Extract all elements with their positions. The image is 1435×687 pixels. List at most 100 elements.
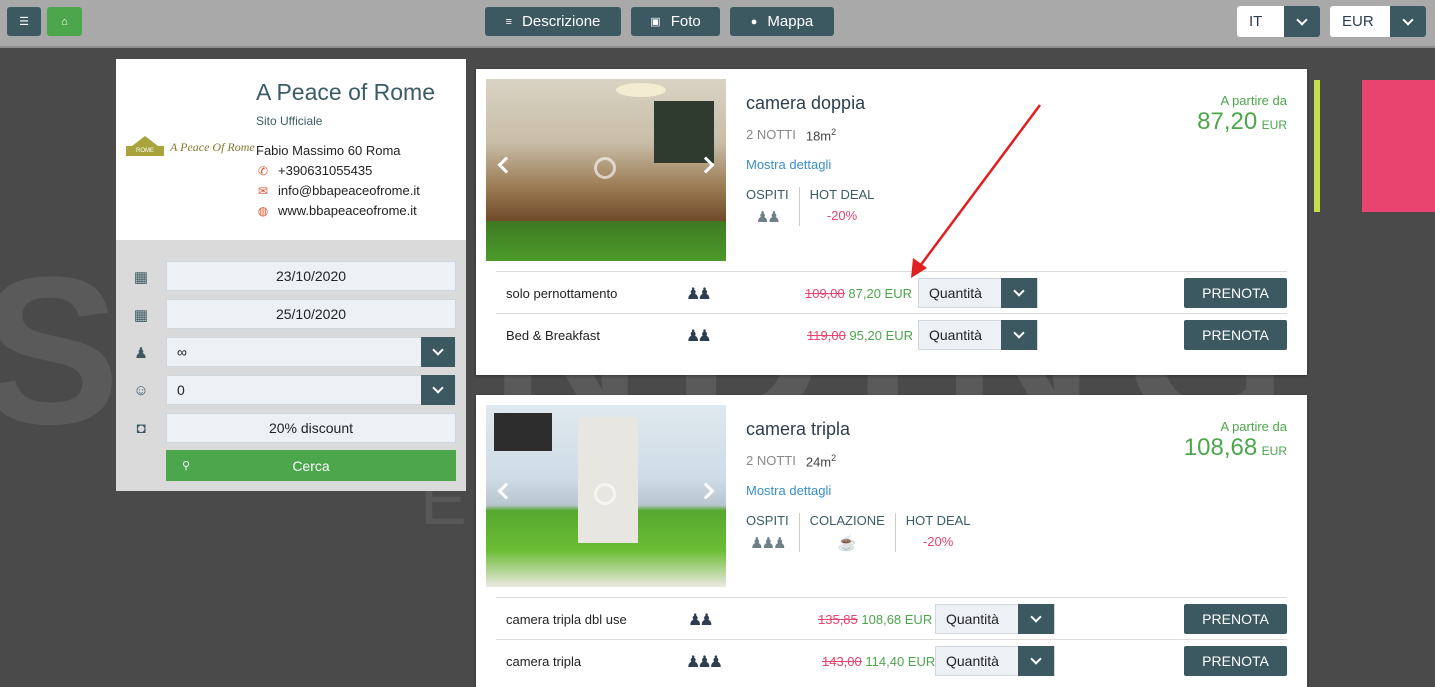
- rate-new-price: 114,40 EUR: [865, 654, 936, 669]
- checkout-field[interactable]: 25/10/2020: [166, 299, 456, 329]
- hotel-website[interactable]: ◍ www.bbapeaceofrome.it: [256, 203, 417, 218]
- two-guests-icon: ♟♟: [755, 209, 781, 226]
- photo-prev-icon[interactable]: [497, 482, 515, 500]
- quantity-dropdown-toggle[interactable]: [1018, 646, 1054, 676]
- rate-prices: 109,00 87,20 EUR i: [805, 286, 929, 301]
- calendar-check-icon: ▦: [133, 269, 149, 286]
- language-dropdown-toggle[interactable]: [1284, 6, 1320, 37]
- zoom-icon: [594, 483, 616, 505]
- two-guests-icon: ♟♟: [688, 612, 714, 629]
- logo-text: A Peace Of Rome: [170, 139, 255, 154]
- child-icon: ☺: [133, 382, 149, 399]
- rate-name: Bed & Breakfast: [506, 328, 600, 343]
- two-guests-icon: ♟♟: [686, 286, 712, 303]
- globe-icon: ◍: [257, 203, 269, 218]
- hotel-website-text: www.bbapeaceofrome.it: [278, 203, 417, 218]
- two-guests-icon: ♟♟: [686, 328, 712, 345]
- logo-mark: ROME: [126, 136, 164, 158]
- room-card-doppia: camera doppia 2 NOTTI 18m2 Mostra dettag…: [476, 69, 1307, 375]
- text-lines-icon: ≡: [505, 15, 513, 28]
- wall-painting: [654, 101, 714, 163]
- rate-new-price: 95,20 EUR: [849, 328, 914, 343]
- room-size-exponent: 2: [831, 453, 837, 463]
- quantity-dropdown-toggle[interactable]: [1018, 604, 1054, 634]
- chevron-down-icon: [432, 382, 444, 394]
- hotel-address: Fabio Massimo 60 Roma: [256, 143, 401, 158]
- camera-icon: ▣: [650, 16, 661, 28]
- rate-name: camera tripla dbl use: [506, 612, 627, 627]
- room-size-value: 18m: [805, 128, 832, 144]
- coffee-cup-icon: ☕: [837, 535, 857, 552]
- children-dropdown-toggle[interactable]: [421, 375, 455, 405]
- quantity-select[interactable]: Quantità: [918, 320, 1038, 350]
- feature-breakfast-label: COLAZIONE: [809, 513, 885, 528]
- promo-field[interactable]: 20% discount: [166, 413, 456, 443]
- mappa-button[interactable]: ● Mappa: [730, 7, 834, 36]
- room-size-exponent: 2: [831, 127, 837, 137]
- checkout-row: ▦: [132, 306, 150, 324]
- prenota-button[interactable]: PRENOTA: [1184, 646, 1287, 676]
- quantity-value: Quantità: [929, 285, 982, 301]
- show-details-link[interactable]: Mostra dettagli: [746, 483, 831, 498]
- chevron-down-icon: [1030, 611, 1042, 623]
- hotel-name: A Peace of Rome: [256, 79, 435, 105]
- rate-prices: 135,85 108,68 EUR i: [818, 612, 949, 627]
- adults-dropdown-toggle[interactable]: [421, 337, 455, 367]
- decor-pink-block: [1362, 80, 1435, 212]
- room-photo[interactable]: [486, 79, 726, 261]
- chevron-down-icon: [432, 344, 444, 356]
- rate-row: camera tripla dbl use ♟♟ 135,85 108,68 E…: [496, 597, 1287, 639]
- photo-next-icon[interactable]: [697, 482, 715, 500]
- rate-new-price: 87,20 EUR: [848, 286, 912, 301]
- starting-price: A partire da 87,20 EUR: [1197, 93, 1287, 136]
- children-select[interactable]: 0: [166, 375, 456, 405]
- gift-icon: ◘: [136, 420, 146, 437]
- quantity-select[interactable]: Quantità: [918, 278, 1038, 308]
- hotel-email[interactable]: ✉ info@bbapeaceofrome.it: [256, 183, 420, 198]
- show-details-link[interactable]: Mostra dettagli: [746, 157, 831, 172]
- feature-hot-deal: HOT DEAL -20%: [894, 513, 981, 552]
- cerca-button[interactable]: ⚲ Cerca: [166, 450, 456, 481]
- adults-select[interactable]: ∞: [166, 337, 456, 367]
- quantity-select[interactable]: Quantità: [935, 604, 1055, 634]
- room-photo[interactable]: [486, 405, 726, 587]
- language-select[interactable]: IT: [1237, 6, 1320, 37]
- hotel-logo: ROME A Peace Of Rome: [126, 136, 255, 158]
- foto-button[interactable]: ▣ Foto: [631, 7, 720, 36]
- currency-dropdown-toggle[interactable]: [1390, 6, 1426, 37]
- room-features: OSPITI ♟♟ HOT DEAL -20%: [746, 187, 884, 226]
- prenota-button[interactable]: PRENOTA: [1184, 278, 1287, 308]
- rate-prices: 143,00 114,40 EUR i: [822, 654, 952, 669]
- feature-hot-deal: HOT DEAL -20%: [798, 187, 885, 226]
- hotel-info-card: ROME A Peace Of Rome A Peace of Rome Sit…: [116, 59, 466, 240]
- rate-row: Bed & Breakfast ♟♟ 119,00 95,20 EUR i Qu…: [496, 313, 1287, 355]
- starting-price-currency: EUR: [1261, 444, 1287, 458]
- feature-hot-deal-label: HOT DEAL: [809, 187, 875, 202]
- menu-icon: ☰: [19, 16, 29, 28]
- search-panel: ▦ 23/10/2020 ▦ 25/10/2020 ♟ ∞ ☺ 0 ◘ 20% …: [116, 240, 466, 491]
- prenota-button[interactable]: PRENOTA: [1184, 604, 1287, 634]
- menu-button[interactable]: ☰: [7, 7, 41, 36]
- promo-row: ◘: [132, 420, 150, 437]
- currency-value: EUR: [1330, 6, 1390, 37]
- quantity-dropdown-toggle[interactable]: [1001, 320, 1037, 350]
- starting-price-value: 87,20: [1197, 108, 1258, 135]
- prenota-button[interactable]: PRENOTA: [1184, 320, 1287, 350]
- mappa-label: Mappa: [767, 13, 814, 30]
- language-value: IT: [1237, 6, 1284, 37]
- hotel-phone[interactable]: ✆ +390631055435: [256, 163, 372, 178]
- room-nights: 2 NOTTI: [746, 127, 796, 142]
- home-button[interactable]: ⌂: [47, 7, 82, 36]
- hotel-email-text: info@bbapeaceofrome.it: [278, 183, 420, 198]
- checkin-row: ▦: [132, 268, 150, 286]
- currency-select[interactable]: EUR: [1330, 6, 1426, 37]
- checkin-field[interactable]: 23/10/2020: [166, 261, 456, 291]
- room-title: camera tripla: [746, 419, 851, 439]
- adult-icon: ♟: [134, 345, 148, 362]
- feature-guests: OSPITI ♟♟: [746, 187, 799, 226]
- photo-prev-icon[interactable]: [497, 156, 515, 174]
- quantity-select[interactable]: Quantità: [935, 646, 1055, 676]
- descrizione-button[interactable]: ≡ Descrizione: [485, 7, 621, 36]
- quantity-dropdown-toggle[interactable]: [1001, 278, 1037, 308]
- adults-value: ∞: [177, 344, 187, 360]
